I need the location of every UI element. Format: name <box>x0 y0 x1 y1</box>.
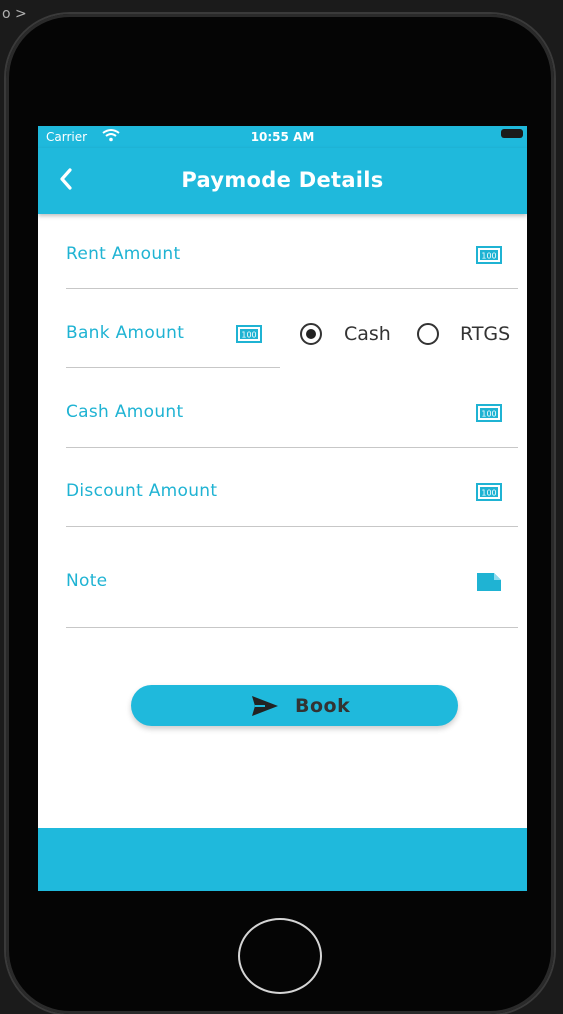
rent-amount-field[interactable]: Rent Amount 100 <box>66 218 518 289</box>
cash-amount-field[interactable]: Cash Amount 100 <box>66 378 518 448</box>
svg-text:100: 100 <box>241 331 256 340</box>
rent-amount-label: Rent Amount <box>66 244 181 264</box>
note-field[interactable]: Note <box>66 536 518 628</box>
book-button-label: Book <box>295 695 351 717</box>
svg-text:100: 100 <box>481 252 496 261</box>
clock: 10:55 AM <box>250 130 315 144</box>
status-bar: Carrier 10:55 AM <box>38 126 527 148</box>
page-title: Paymode Details <box>181 168 384 192</box>
xcode-breadcrumb-fragment: o > <box>2 6 27 22</box>
cash-radio[interactable] <box>300 323 322 345</box>
bank-amount-label: Bank Amount <box>66 323 185 343</box>
send-icon <box>252 696 278 716</box>
discount-amount-label: Discount Amount <box>66 481 218 501</box>
rtgs-radio[interactable] <box>417 323 439 345</box>
bank-amount-field[interactable]: Bank Amount 100 <box>66 298 280 368</box>
sticky-note-icon <box>477 573 501 591</box>
cash-radio-label[interactable]: Cash <box>344 323 391 345</box>
svg-text:100: 100 <box>481 410 496 419</box>
nav-bar: Paymode Details <box>38 148 527 214</box>
battery-icon <box>501 129 523 138</box>
cash-amount-label: Cash Amount <box>66 402 184 422</box>
app-screen: Carrier 10:55 AM Paymode Details Rent Am… <box>38 126 527 891</box>
svg-text:100: 100 <box>481 489 496 498</box>
home-button[interactable] <box>238 918 322 994</box>
note-label: Note <box>66 571 108 591</box>
book-button[interactable]: Book <box>131 685 458 726</box>
money-bill-icon: 100 <box>476 246 502 264</box>
rtgs-radio-label[interactable]: RTGS <box>460 323 510 345</box>
money-bill-icon: 100 <box>476 404 502 422</box>
money-bill-icon: 100 <box>476 483 502 501</box>
discount-amount-field[interactable]: Discount Amount 100 <box>66 457 518 527</box>
bottom-band <box>38 828 527 891</box>
money-bill-icon: 100 <box>236 325 262 343</box>
radio-selected-dot <box>306 329 316 339</box>
